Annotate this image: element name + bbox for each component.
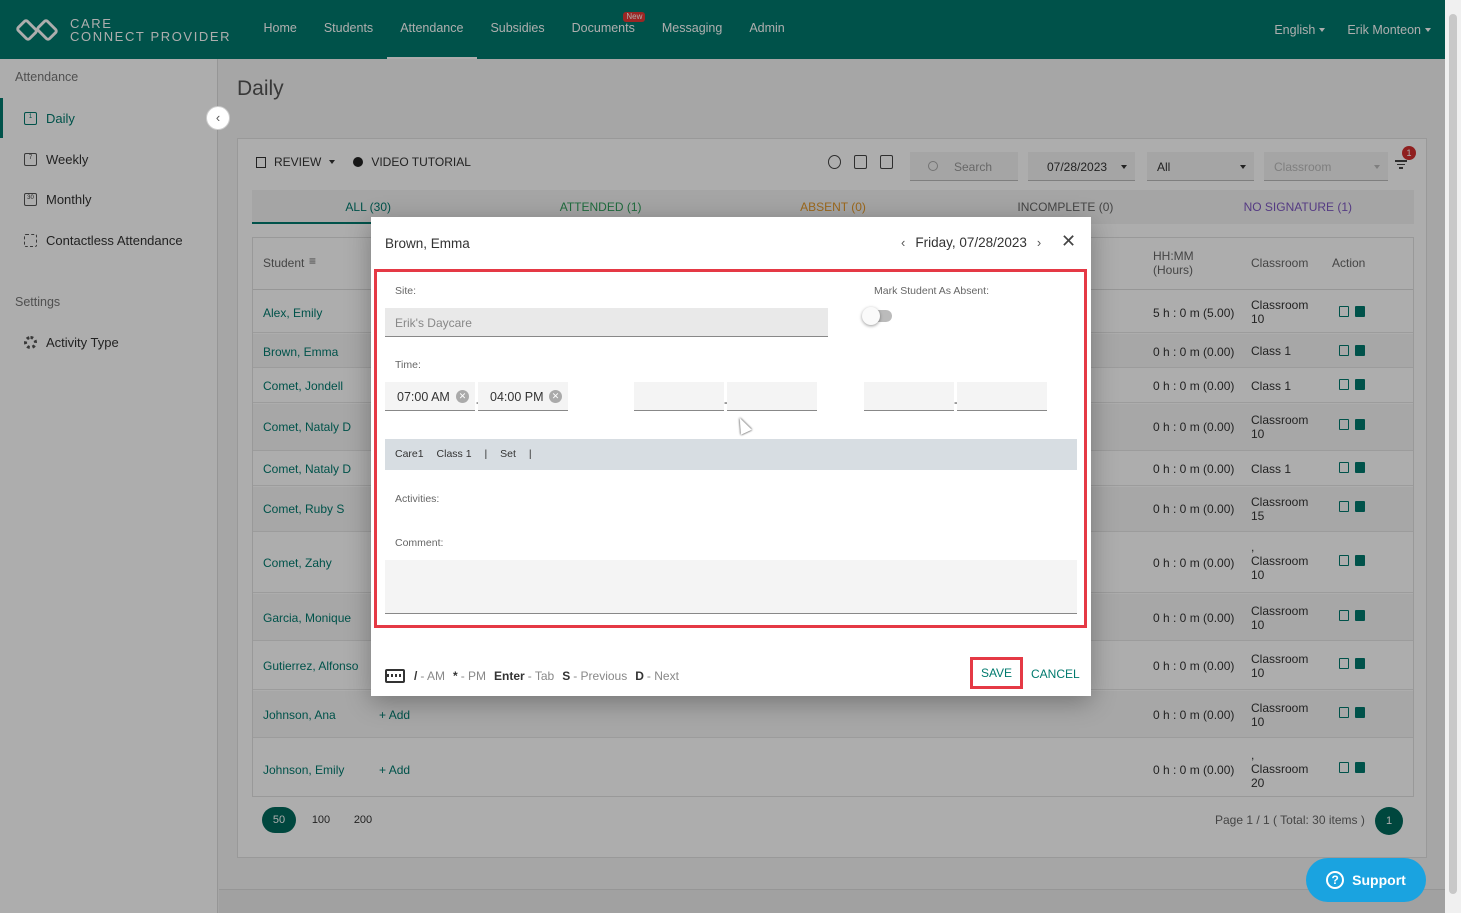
site-field: Erik's Daycare [385,308,828,337]
care-info-bar: Care1 Class 1 | Set | [385,439,1077,470]
comment-label: Comment: [395,537,444,549]
next-day-button[interactable]: › [1037,235,1041,250]
shortcut-desc: - Tab [527,669,555,683]
support-button[interactable]: ? Support [1306,858,1426,902]
shortcut-desc: - Previous [573,669,628,683]
close-icon[interactable]: ✕ [1061,231,1076,252]
keyboard-icon [385,669,405,683]
sidebar-collapse-button[interactable]: ‹ [206,106,230,130]
time-in-2-input[interactable] [634,382,724,411]
save-button[interactable]: SAVE [970,657,1023,689]
dialog-date: Friday, 07/28/2023 [915,235,1027,250]
shortcut-key: Enter [494,669,525,683]
chevron-left-icon: ‹ [215,110,221,125]
clear-icon[interactable]: ✕ [549,390,562,403]
keyboard-shortcuts: / - AM * - PM Enter - Tab S- Previous D- Ne… [385,669,687,683]
absent-toggle[interactable] [862,307,892,325]
help-icon: ? [1326,871,1345,889]
scrollbar-thumb[interactable] [1449,14,1457,894]
time-out-3-input[interactable] [957,382,1047,411]
time-out-2-input[interactable] [727,382,817,411]
absent-label: Mark Student As Absent: [874,285,989,297]
time-out-value: 04:00 PM [490,390,544,404]
shortcut-desc: - Next [646,669,679,683]
attendance-edit-dialog: Brown, Emma ‹ Friday, 07/28/2023 › ✕ Sit… [371,217,1091,696]
shortcut-desc: - AM [420,669,446,683]
previous-day-button[interactable]: ‹ [901,235,905,250]
comment-textarea[interactable] [385,560,1077,614]
class-label: Class 1 [436,448,472,460]
shortcut-desc: - PM [460,669,487,683]
time-label: Time: [395,359,421,371]
site-value: Erik's Daycare [395,316,472,330]
time-in-value: 07:00 AM [397,390,450,404]
separator: | [484,448,488,460]
dialog-title: Brown, Emma [385,236,470,251]
page-scrollbar[interactable] [1445,0,1461,913]
time-in-3-input[interactable] [864,382,954,411]
shortcut-key: / [414,669,418,683]
site-label: Site: [395,285,417,297]
clear-icon[interactable]: ✕ [456,390,469,403]
toggle-knob [862,307,880,325]
activities-label: Activities: [395,493,440,505]
time-out-input[interactable]: 04:00 PM ✕ [478,382,568,411]
separator: | [528,448,532,460]
support-label: Support [1352,872,1406,888]
shortcut-key: S [562,669,571,683]
set-label: Set [500,448,516,460]
time-in-input[interactable]: 07:00 AM ✕ [385,382,475,411]
cancel-button[interactable]: CANCEL [1031,667,1080,681]
shortcut-key: D [635,669,644,683]
shortcut-key: * [453,669,458,683]
care-label: Care1 [395,448,424,460]
